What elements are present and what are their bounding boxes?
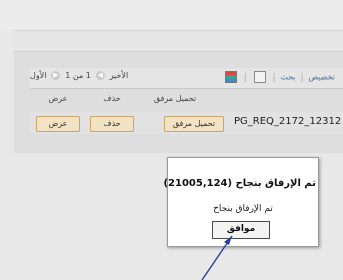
annotation-arrow [201,235,233,280]
arrow-head [224,236,232,245]
page: تخصيص | بحث | | الأخير ◀ 1 من 1 ▶ الأول … [0,0,343,280]
